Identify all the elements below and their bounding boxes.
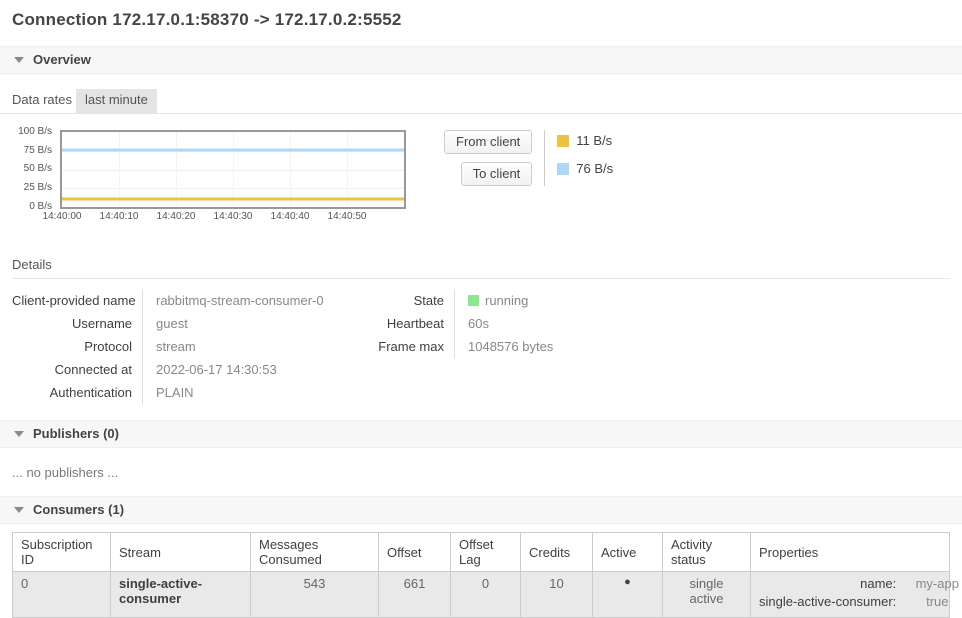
- stream-name-link[interactable]: single-active-consumer: [111, 572, 251, 618]
- activity-status-cell: single active: [663, 572, 751, 618]
- properties-cell: name: my-app single-active-consumer: tru…: [751, 572, 950, 618]
- detail-label: State: [370, 289, 454, 312]
- data-rates-label: Data rates: [12, 89, 76, 112]
- protocol-value: stream: [142, 335, 370, 358]
- x-tick-label: 14:40:50: [328, 211, 367, 222]
- gridline: [233, 132, 234, 207]
- y-tick-label: 25 B/s: [24, 182, 52, 194]
- details-section: Client-provided name rabbitmq-stream-con…: [12, 289, 962, 404]
- x-tick-label: 14:40:00: [43, 211, 82, 222]
- state-text: running: [485, 293, 528, 308]
- offset-cell: 661: [379, 572, 451, 618]
- y-tick-label: 50 B/s: [24, 163, 52, 175]
- from-client-series-line: [62, 197, 404, 200]
- details-heading: Details: [12, 257, 950, 279]
- gridline: [290, 132, 291, 207]
- col-header-offset: Offset: [379, 533, 451, 572]
- detail-label: Frame max: [370, 335, 454, 358]
- chart-legend: From client To client 11 B/s 76 B/s: [444, 130, 613, 186]
- x-tick-label: 14:40:20: [157, 211, 196, 222]
- section-header-publishers-label: Publishers (0): [33, 426, 119, 441]
- frame-max-value: 1048576 bytes: [454, 335, 553, 358]
- details-right-table: State running Heartbeat 60s Frame max 10…: [370, 289, 553, 404]
- credits-cell: 10: [521, 572, 593, 618]
- chart-x-axis: 14:40:00 14:40:10 14:40:20 14:40:30 14:4…: [60, 211, 406, 225]
- to-client-swatch-icon: [557, 163, 569, 175]
- col-header-active: Active: [593, 533, 663, 572]
- section-header-overview-label: Overview: [33, 52, 91, 67]
- gridline: [119, 132, 120, 207]
- section-header-publishers[interactable]: Publishers (0): [0, 420, 962, 448]
- active-indicator-icon: ●: [593, 572, 663, 618]
- state-running-swatch-icon: [468, 295, 479, 306]
- chart-y-axis: 100 B/s 75 B/s 50 B/s 25 B/s 0 B/s: [12, 130, 56, 209]
- section-header-consumers-label: Consumers (1): [33, 502, 124, 517]
- legend-entry-to-client: 76 B/s: [557, 161, 613, 176]
- collapse-arrow-icon: [14, 431, 24, 437]
- from-client-rate: 11 B/s: [576, 133, 612, 148]
- to-client-series-line: [62, 149, 404, 152]
- y-tick-label: 75 B/s: [24, 145, 52, 157]
- from-client-swatch-icon: [557, 135, 569, 147]
- tab-last-minute[interactable]: last minute: [76, 89, 157, 113]
- collapse-arrow-icon: [14, 507, 24, 513]
- offset-lag-cell: 0: [451, 572, 521, 618]
- legend-divider: [544, 130, 545, 186]
- property-value: my-app: [906, 576, 962, 591]
- collapse-arrow-icon: [14, 57, 24, 63]
- detail-label: Protocol: [12, 335, 142, 358]
- section-header-overview[interactable]: Overview: [0, 46, 962, 74]
- consumer-row: 0 single-active-consumer 543 661 0 10 ● …: [13, 572, 950, 618]
- state-value: running: [454, 289, 553, 312]
- section-header-consumers[interactable]: Consumers (1): [0, 496, 962, 524]
- x-tick-label: 14:40:40: [271, 211, 310, 222]
- to-client-button[interactable]: To client: [461, 162, 533, 186]
- from-client-button[interactable]: From client: [444, 130, 532, 154]
- gridline: [347, 132, 348, 207]
- connected-at-value: 2022-06-17 14:30:53: [142, 358, 370, 381]
- col-header-activity-status: Activity status: [663, 533, 751, 572]
- property-key: name:: [759, 576, 896, 591]
- gridline: [176, 132, 177, 207]
- no-publishers-text: ... no publishers ...: [12, 465, 950, 480]
- y-tick-label: 100 B/s: [18, 126, 52, 138]
- col-header-subscription-id: Subscription ID: [13, 533, 111, 572]
- heartbeat-value: 60s: [454, 312, 553, 335]
- username-value: guest: [142, 312, 370, 335]
- to-client-rate: 76 B/s: [576, 161, 613, 176]
- col-header-offset-lag: Offset Lag: [451, 533, 521, 572]
- rate-chart: 100 B/s 75 B/s 50 B/s 25 B/s 0 B/s 14:40…: [12, 130, 406, 225]
- page-title: Connection 172.17.0.1:58370 -> 172.17.0.…: [0, 0, 962, 30]
- detail-label: Connected at: [12, 358, 142, 381]
- x-tick-label: 14:40:30: [214, 211, 253, 222]
- messages-consumed-cell: 543: [251, 572, 379, 618]
- data-rates-tabs: Data rateslast minute: [0, 89, 962, 114]
- chart-plot-area: [60, 130, 406, 209]
- subscription-id-cell: 0: [13, 572, 111, 618]
- legend-entry-from-client: 11 B/s: [557, 133, 613, 148]
- client-provided-name-value: rabbitmq-stream-consumer-0: [142, 289, 370, 312]
- detail-label: Client-provided name: [12, 289, 142, 312]
- detail-label: Username: [12, 312, 142, 335]
- col-header-stream: Stream: [111, 533, 251, 572]
- detail-label: Heartbeat: [370, 312, 454, 335]
- col-header-properties: Properties: [751, 533, 950, 572]
- col-header-messages-consumed: Messages Consumed: [251, 533, 379, 572]
- authentication-value: PLAIN: [142, 381, 370, 404]
- detail-label: Authentication: [12, 381, 142, 404]
- consumers-table: Subscription ID Stream Messages Consumed…: [12, 532, 950, 618]
- data-rates-chart-area: 100 B/s 75 B/s 50 B/s 25 B/s 0 B/s 14:40…: [12, 130, 962, 225]
- x-tick-label: 14:40:10: [100, 211, 139, 222]
- consumers-table-header-row: Subscription ID Stream Messages Consumed…: [13, 533, 950, 572]
- details-left-table: Client-provided name rabbitmq-stream-con…: [12, 289, 370, 404]
- col-header-credits: Credits: [521, 533, 593, 572]
